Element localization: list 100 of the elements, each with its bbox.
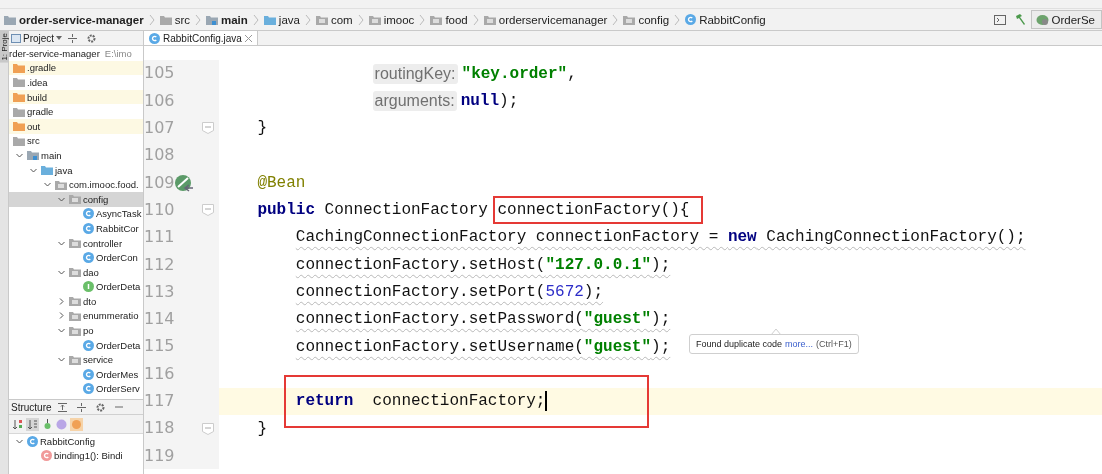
folder-icon — [69, 311, 81, 321]
tree-item[interactable]: OrderDeta — [9, 337, 143, 353]
tree-item[interactable]: .idea — [9, 75, 143, 90]
folder-icon — [69, 238, 81, 248]
class-icon — [83, 339, 94, 351]
tree-item[interactable]: config — [9, 191, 143, 207]
folder-icon — [69, 267, 81, 278]
tree-item[interactable]: RabbitCor — [9, 221, 143, 236]
code-line: connectionFactory.setPort(5672); — [294, 283, 604, 301]
code-line: connectionFactory.setHost("127.0.0.1"); — [294, 255, 671, 274]
code-line: return connectionFactory; — [294, 391, 548, 412]
inherited-icon[interactable] — [42, 418, 53, 430]
tooltip-text: Found duplicate code — [696, 339, 783, 349]
project-side-tab[interactable]: 1: Proje — [0, 31, 8, 63]
chevron-right-icon — [674, 13, 681, 26]
chevron-down-icon[interactable] — [57, 356, 65, 364]
sort-icon[interactable] — [12, 418, 23, 430]
panel-title: Structure — [11, 401, 52, 413]
breadcrumb-link[interactable]: config — [621, 13, 672, 26]
chevron-right-icon — [252, 13, 259, 26]
class-icon — [83, 383, 94, 395]
breadcrumb-link[interactable]: order-service-manager — [2, 13, 146, 26]
fields-icon[interactable] — [70, 417, 83, 431]
chevron-down-icon[interactable] — [57, 268, 65, 276]
tree-item[interactable]: com.imooc.food. — [9, 177, 143, 192]
chevron-right-icon — [195, 13, 201, 26]
tree-item[interactable]: build — [9, 89, 143, 105]
chevron-down-icon[interactable] — [15, 151, 23, 159]
tree-item[interactable]: OrderCon — [9, 250, 143, 265]
folder-icon — [159, 14, 172, 25]
chevron-right-icon[interactable] — [57, 297, 65, 305]
breadcrumb-link[interactable]: RabbitConfig — [683, 13, 768, 26]
breadcrumb-link[interactable]: java — [261, 13, 302, 26]
breadcrumb-link[interactable]: orderservicemanager — [481, 13, 610, 26]
chevron-down-icon[interactable] — [57, 195, 65, 203]
code-line: } — [256, 119, 267, 138]
bean-gutter-icon[interactable] — [173, 173, 194, 192]
folder-icon — [41, 165, 53, 176]
breadcrumb-link[interactable]: imooc — [366, 13, 417, 26]
chevron-down-icon[interactable] — [57, 239, 65, 247]
tree-item[interactable]: binding1(): Bindi — [9, 448, 143, 464]
code-line: public ConnectionFactory connectionFactory(){ — [219, 196, 704, 225]
panel-icon — [11, 33, 21, 43]
fold-marker-icon[interactable] — [202, 422, 215, 435]
highlighted-code: connectionFactory(){ — [493, 196, 704, 225]
tree-item[interactable]: src — [9, 133, 143, 149]
chevron-down-icon[interactable] — [43, 181, 51, 189]
tree-item[interactable]: OrderMes — [9, 367, 143, 382]
chevron-down-icon[interactable] — [29, 166, 37, 174]
tree-item[interactable]: dto — [9, 294, 143, 309]
tree-item[interactable]: OrderDeta — [9, 279, 143, 295]
class-icon — [83, 368, 94, 380]
folder-icon — [206, 14, 218, 25]
editor-tab[interactable]: RabbitConfig.java — [144, 31, 258, 45]
chevron-right-icon — [148, 13, 155, 26]
tree-item[interactable]: main — [9, 148, 143, 163]
run-configuration-button[interactable]: OrderSe — [1030, 10, 1102, 29]
tree-item[interactable]: .gradle — [9, 60, 143, 76]
tree-item[interactable]: rder-service-manager E:\imo — [9, 46, 143, 61]
code-line: @Bean — [256, 173, 306, 192]
folder-icon — [13, 62, 25, 73]
more-link[interactable]: more... — [785, 339, 814, 349]
close-icon[interactable] — [244, 34, 252, 42]
code-line: } — [256, 419, 267, 438]
breadcrumb-link[interactable]: src — [157, 13, 192, 26]
breadcrumb-link[interactable]: com — [313, 13, 355, 26]
folder-icon — [69, 296, 81, 307]
chevron-down-icon[interactable] — [15, 437, 23, 445]
tree-item[interactable]: service — [9, 352, 143, 368]
tree-item[interactable]: gradle — [9, 104, 143, 119]
folder-icon — [69, 194, 81, 205]
tree-item[interactable]: controller — [9, 235, 143, 251]
chevron-right-icon — [357, 13, 364, 26]
tree-item[interactable]: dao — [9, 264, 143, 280]
breadcrumb-link[interactable]: food — [428, 13, 470, 26]
fold-marker-icon[interactable] — [202, 122, 215, 135]
method-icon — [41, 450, 52, 462]
fold-marker-icon[interactable] — [202, 204, 215, 217]
folder-icon — [315, 14, 328, 25]
folder-icon — [263, 14, 276, 25]
tree-item[interactable]: po — [9, 323, 143, 338]
tree-item[interactable]: out — [9, 118, 143, 134]
tree-item[interactable]: enummeratio — [9, 308, 143, 324]
code-line: connectionFactory.setPassword("guest"); — [294, 310, 671, 329]
sort-alphabetically-icon[interactable] — [26, 417, 39, 431]
breadcrumb-link[interactable]: main — [204, 13, 250, 26]
folder-icon — [55, 179, 67, 190]
tree-item[interactable]: AsyncTask — [9, 206, 143, 222]
shortcut-text: (Ctrl+F1) — [816, 339, 852, 349]
chevron-down-icon[interactable] — [57, 327, 65, 335]
folder-icon — [483, 14, 496, 25]
tree-item[interactable]: java — [9, 162, 143, 178]
tree-item[interactable]: RabbitConfig — [9, 434, 143, 449]
class-icon — [685, 14, 697, 25]
chevron-right-icon — [304, 13, 311, 26]
folder-icon — [69, 354, 81, 365]
project-view-dropdown[interactable]: Project — [11, 32, 63, 44]
folder-icon — [623, 14, 636, 25]
chevron-right-icon[interactable] — [57, 312, 65, 320]
tree-item[interactable]: OrderServ — [9, 381, 143, 397]
